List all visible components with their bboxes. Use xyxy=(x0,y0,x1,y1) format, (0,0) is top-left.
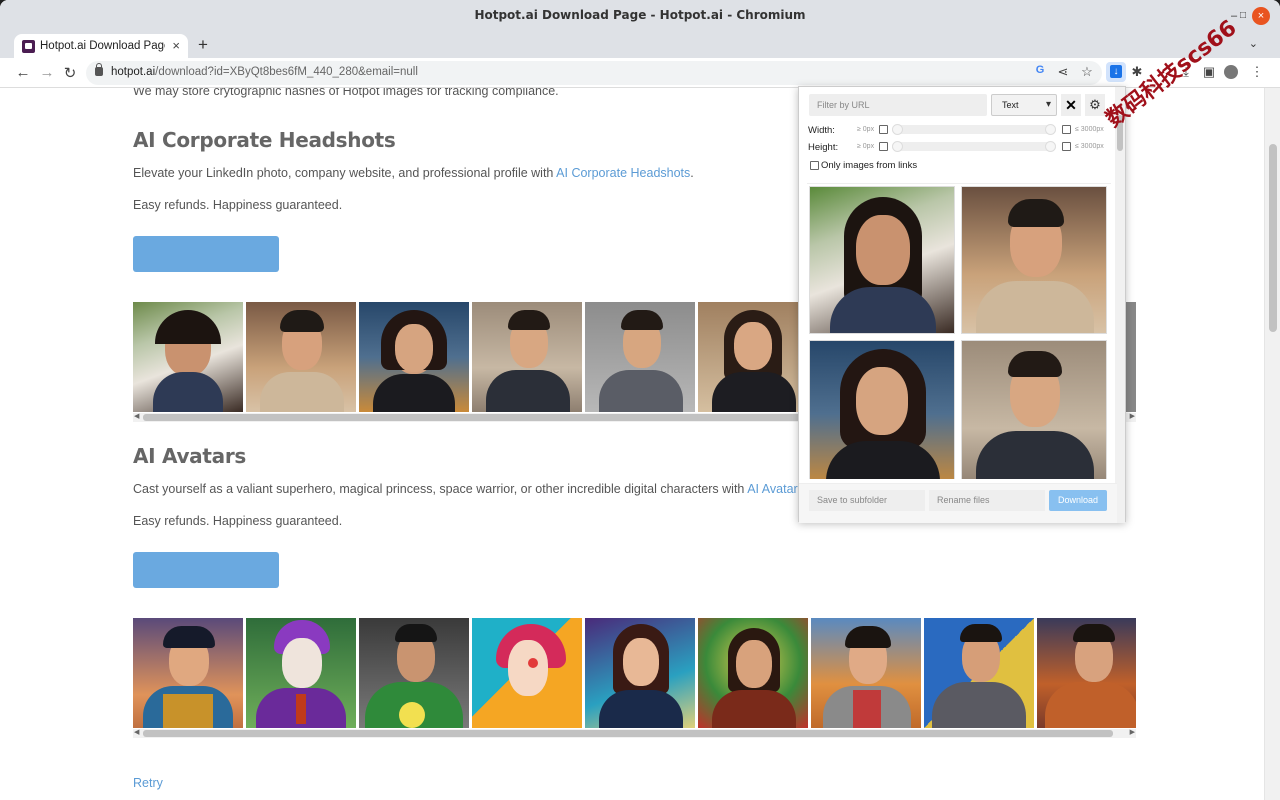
maximize-button[interactable]: □ xyxy=(1238,8,1248,24)
avatars-cta-button[interactable] xyxy=(133,552,279,588)
avatar-thumbnail[interactable] xyxy=(585,618,695,728)
page-vertical-scrollbar[interactable] xyxy=(1264,88,1280,800)
avatars-link[interactable]: AI Avatars xyxy=(747,482,804,496)
scroll-right-arrow-icon[interactable]: ▶ xyxy=(1130,412,1135,420)
grid-image[interactable] xyxy=(809,340,955,479)
avatar-thumbnail[interactable] xyxy=(133,618,243,728)
avatar-thumbnail[interactable] xyxy=(698,618,808,728)
width-max-handle[interactable] xyxy=(1045,124,1056,135)
width-label: Width: xyxy=(808,125,835,136)
headshot-thumbnail[interactable] xyxy=(133,302,243,412)
headshot-thumbnail[interactable] xyxy=(359,302,469,412)
grid-image[interactable] xyxy=(961,186,1107,334)
bookmark-star-icon[interactable]: ☆ xyxy=(1078,64,1096,80)
height-min-handle[interactable] xyxy=(892,141,903,152)
height-label: Height: xyxy=(808,142,839,153)
scroll-right-arrow-icon[interactable]: ▶ xyxy=(1130,728,1135,736)
height-min-checkbox[interactable] xyxy=(879,142,888,151)
scroll-left-arrow-icon[interactable]: ◀ xyxy=(134,728,139,736)
headshots-cta-button[interactable] xyxy=(133,236,279,272)
avatar-thumbnail[interactable] xyxy=(359,618,469,728)
filter-type-select[interactable]: Text xyxy=(991,94,1057,116)
retry-link[interactable]: Retry xyxy=(133,776,163,790)
address-bar[interactable]: hotpot.ai/download?id=XByQt8bes6fM_440_2… xyxy=(86,61,1102,85)
window-title: Hotpot.ai Download Page - Hotpot.ai - Ch… xyxy=(474,8,806,22)
section-desc-avatars: Cast yourself as a valiant superhero, ma… xyxy=(133,482,807,496)
compliance-note: We may store crytographic hashes of Hotp… xyxy=(133,88,559,98)
lock-icon xyxy=(95,63,103,76)
width-min-checkbox[interactable] xyxy=(879,125,888,134)
avatars-horizontal-scrollbar[interactable]: ◀ ▶ xyxy=(133,729,1136,738)
hotpot-favicon-icon xyxy=(22,40,35,53)
scrollbar-thumb[interactable] xyxy=(143,414,803,421)
url-text: hotpot.ai/download?id=XByQt8bes6fM_440_2… xyxy=(111,66,418,78)
avatar-thumbnail[interactable] xyxy=(1037,618,1136,728)
height-max-label: ≤ 3000px xyxy=(1075,143,1104,150)
forward-arrow-icon[interactable]: → xyxy=(38,64,56,81)
avatar-thumbnail[interactable] xyxy=(811,618,921,728)
avatars-image-strip[interactable] xyxy=(133,618,1136,728)
only-links-label: Only images from links xyxy=(821,160,918,171)
scroll-left-arrow-icon[interactable]: ◀ xyxy=(134,412,139,420)
close-window-button[interactable]: × xyxy=(1252,7,1270,25)
tab-hotpot-download[interactable]: Hotpot.ai Download Page × xyxy=(14,34,188,60)
tab-title: Hotpot.ai Download Page xyxy=(40,40,165,52)
image-grid xyxy=(807,183,1111,479)
google-icon[interactable]: G xyxy=(1031,64,1049,76)
height-range-slider[interactable] xyxy=(892,141,1056,152)
popup-footer: Save to subfolder Rename files Download xyxy=(799,483,1117,523)
section-title-headshots: AI Corporate Headshots xyxy=(133,128,396,152)
back-arrow-icon[interactable]: ← xyxy=(14,64,32,81)
new-tab-button[interactable]: + xyxy=(198,35,208,55)
browser-window: Hotpot.ai Download Page - Hotpot.ai - Ch… xyxy=(0,0,1280,800)
popup-vertical-scrollbar[interactable] xyxy=(1115,87,1125,523)
clear-filter-button[interactable]: ✕ xyxy=(1061,94,1081,116)
subfolder-input[interactable]: Save to subfolder xyxy=(809,490,925,511)
avatar-thumbnail[interactable] xyxy=(924,618,1034,728)
width-min-handle[interactable] xyxy=(892,124,903,135)
width-range-slider[interactable] xyxy=(892,124,1056,135)
tab-search-button[interactable]: ⌄ xyxy=(1249,37,1258,50)
section-title-avatars: AI Avatars xyxy=(133,444,247,468)
section-desc-headshots: Elevate your LinkedIn photo, company web… xyxy=(133,166,694,180)
download-button[interactable]: Download xyxy=(1049,490,1107,511)
tab-close-button[interactable]: × xyxy=(172,38,180,53)
page-scrollbar-thumb[interactable] xyxy=(1269,144,1277,332)
filter-url-input[interactable]: Filter by URL xyxy=(809,94,987,116)
width-max-checkbox[interactable] xyxy=(1062,125,1071,134)
rename-files-input[interactable]: Rename files xyxy=(929,490,1045,511)
kebab-menu-icon[interactable]: ⋮ xyxy=(1248,64,1266,80)
avatar-thumbnail[interactable] xyxy=(472,618,582,728)
scrollbar-thumb[interactable] xyxy=(143,730,1113,737)
width-min-label: ≥ 0px xyxy=(857,126,875,133)
only-links-checkbox[interactable] xyxy=(810,161,819,170)
image-downloader-popup: Filter by URL Text ✕ ⚙ Width: ≥ 0px ≤ 30… xyxy=(798,86,1126,523)
headshots-link[interactable]: AI Corporate Headshots xyxy=(556,166,690,180)
headshot-thumbnail[interactable] xyxy=(698,302,808,412)
share-icon[interactable]: ⋖ xyxy=(1054,64,1072,80)
width-max-label: ≤ 3000px xyxy=(1075,126,1104,133)
avatar-thumbnail[interactable] xyxy=(246,618,356,728)
height-max-checkbox[interactable] xyxy=(1062,142,1071,151)
profile-icon[interactable] xyxy=(1224,65,1238,79)
tab-strip: Hotpot.ai Download Page × + ⌄ xyxy=(0,32,1280,60)
headshot-thumbnail[interactable] xyxy=(246,302,356,412)
height-min-label: ≥ 0px xyxy=(857,143,875,150)
guarantee-text-headshots: Easy refunds. Happiness guaranteed. xyxy=(133,198,343,212)
grid-image[interactable] xyxy=(809,186,955,334)
reload-icon[interactable]: ↻ xyxy=(61,64,79,82)
height-max-handle[interactable] xyxy=(1045,141,1056,152)
image-downloader-extension-icon[interactable]: ↓ xyxy=(1106,62,1126,82)
browser-toolbar: ← → ↻ hotpot.ai/download?id=XByQt8bes6fM… xyxy=(0,58,1280,88)
headshot-thumbnail[interactable] xyxy=(585,302,695,412)
grid-image[interactable] xyxy=(961,340,1107,479)
guarantee-text-avatars: Easy refunds. Happiness guaranteed. xyxy=(133,514,343,528)
title-bar: Hotpot.ai Download Page - Hotpot.ai - Ch… xyxy=(0,0,1280,32)
headshot-thumbnail[interactable] xyxy=(472,302,582,412)
